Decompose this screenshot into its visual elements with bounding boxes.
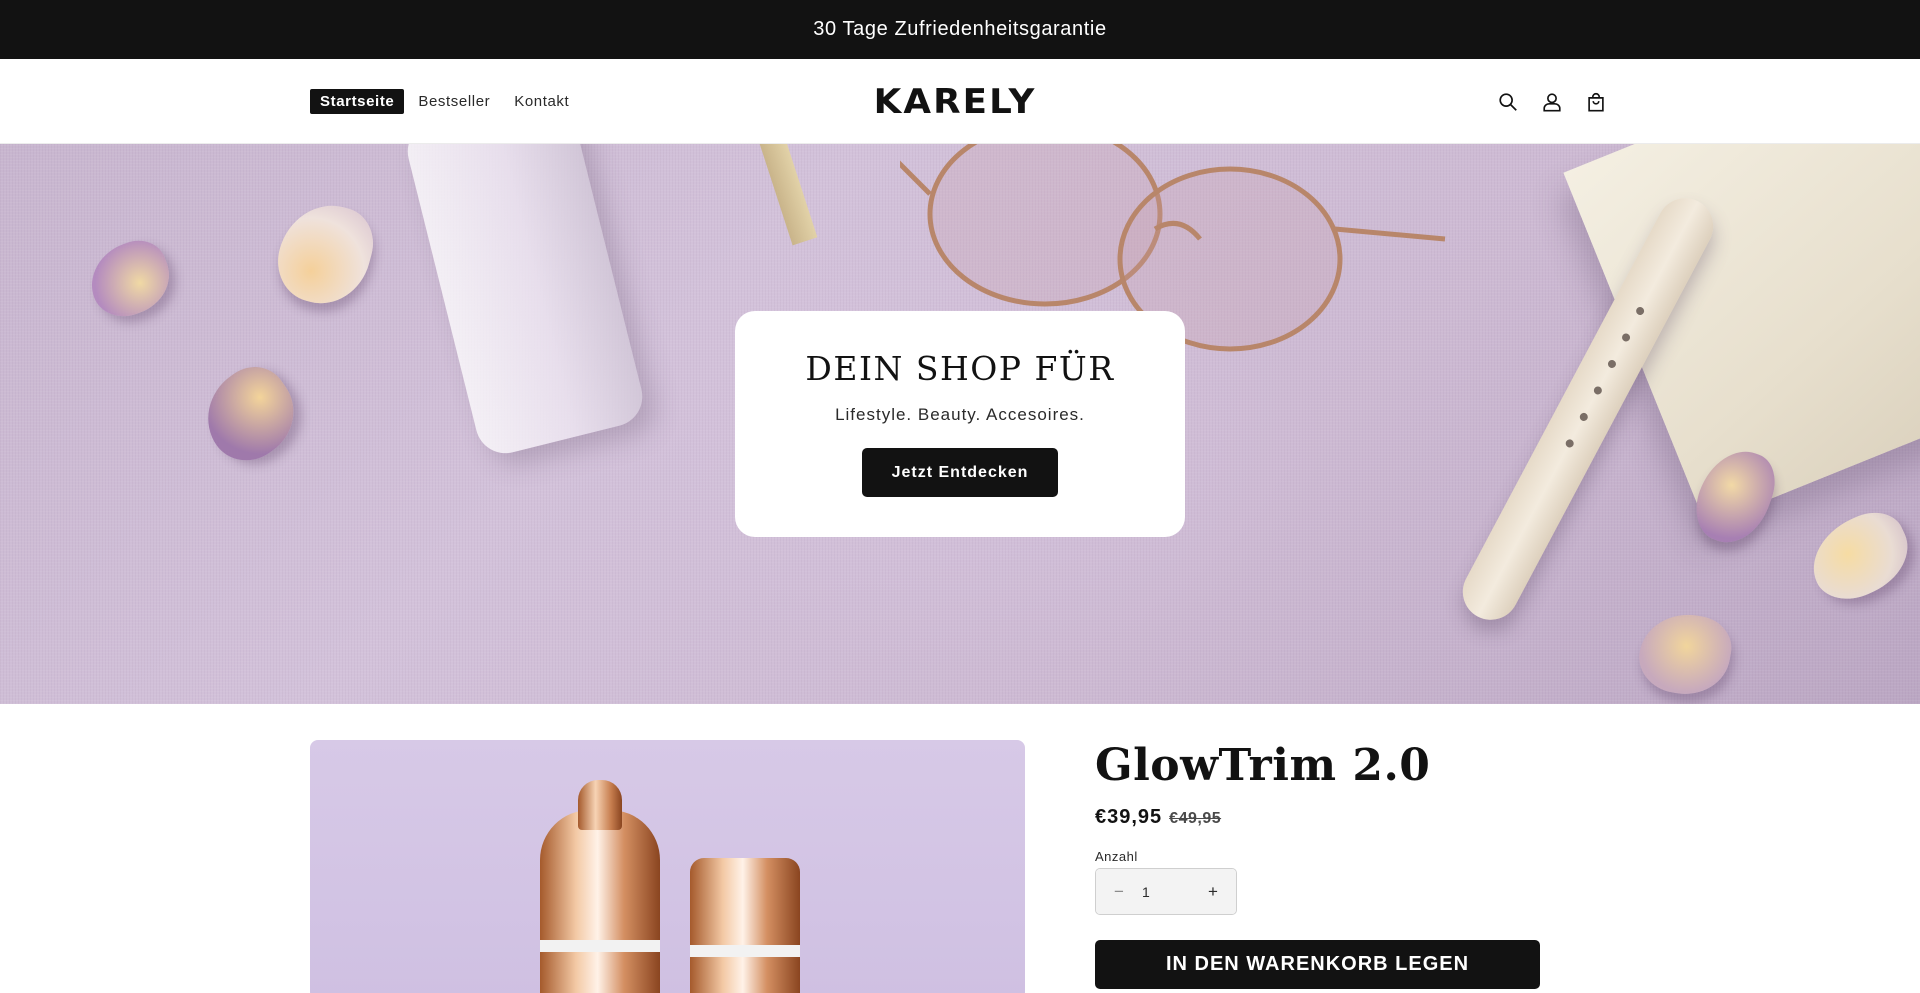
nav-item-kontakt[interactable]: Kontakt: [504, 89, 579, 114]
quantity-increase-button[interactable]: +: [1190, 869, 1236, 914]
discover-button[interactable]: Jetzt Entdecken: [862, 448, 1058, 497]
product-info: GlowTrim 2.0 €39,95 €49,95 Anzahl − + IN…: [1095, 740, 1540, 993]
add-to-cart-button[interactable]: IN DEN WARENKORB LEGEN: [1095, 940, 1540, 989]
trimmer-band: [540, 940, 660, 952]
hero-card: DEIN SHOP FÜR Lifestyle. Beauty. Accesoi…: [735, 311, 1185, 537]
hero-banner: DEIN SHOP FÜR Lifestyle. Beauty. Accesoi…: [0, 144, 1920, 704]
header-icons: [1496, 59, 1608, 144]
quantity-label: Anzahl: [1095, 849, 1138, 864]
nav-item-startseite[interactable]: Startseite: [310, 89, 405, 114]
announcement-bar: 30 Tage Zufriedenheitsgarantie: [0, 0, 1920, 59]
hero-subtitle: Lifestyle. Beauty. Accesoires.: [835, 405, 1085, 424]
product-title: GlowTrim 2.0: [1095, 740, 1431, 791]
sale-price: €39,95: [1095, 806, 1163, 828]
account-icon[interactable]: [1540, 90, 1564, 114]
store-logo[interactable]: KARELY: [850, 83, 1060, 121]
product-image[interactable]: [310, 740, 1025, 993]
trimmer-tip-image: [578, 780, 622, 830]
announcement-text: 30 Tage Zufriedenheitsgarantie: [813, 18, 1107, 40]
trimmer-band: [690, 945, 800, 957]
trimmer-body-image: [540, 810, 660, 993]
nav-item-bestseller[interactable]: Bestseller: [408, 89, 500, 114]
quantity-decrease-button[interactable]: −: [1096, 869, 1142, 914]
quantity-stepper: − +: [1095, 868, 1237, 915]
main-nav: Startseite Bestseller Kontakt: [310, 59, 583, 144]
quantity-input[interactable]: [1142, 869, 1190, 914]
search-icon[interactable]: [1496, 90, 1520, 114]
cart-icon[interactable]: [1584, 90, 1608, 114]
hero-title: DEIN SHOP FÜR: [805, 349, 1115, 388]
price-row: €39,95 €49,95: [1095, 806, 1221, 829]
compare-price: €49,95: [1169, 810, 1222, 827]
trimmer-cap-image: [690, 858, 800, 993]
site-header: Startseite Bestseller Kontakt KARELY: [0, 59, 1920, 144]
